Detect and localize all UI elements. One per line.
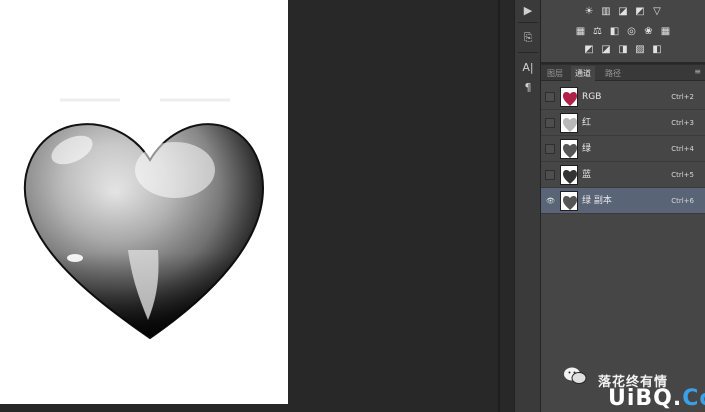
dock-divider [498,0,500,412]
document-canvas[interactable] [0,0,288,404]
character-icon[interactable]: A| [519,60,537,76]
selective-color-icon[interactable]: ◧ [651,44,664,56]
channel-shortcut: Ctrl+2 [671,93,694,101]
channel-name: 蓝 [582,170,592,180]
adjustments-row-2: ▦ ⚖ ◧ ◎ ❀ ▦ [541,26,705,38]
panel-menu-icon[interactable]: ≡ [694,67,701,76]
panel-tool-strip: ▶ ⎘ A| ¶ [514,0,541,412]
channel-name: 绿 副本 [582,196,612,206]
photo-filter-icon[interactable]: ◎ [625,26,638,38]
channel-shortcut: Ctrl+5 [671,171,694,179]
channel-shortcut: Ctrl+4 [671,145,694,153]
channel-thumbnail [560,139,578,159]
channels-panel: 图层 通道 路径 ≡ RGB Ctrl+2 红 Ctrl+3 绿 Ctrl+4 蓝 Ctrl+… [541,64,705,412]
heart-image [23,98,264,340]
channel-thumbnail [560,165,578,185]
panel-tabs: 图层 通道 路径 ≡ [541,65,705,81]
visibility-eye-icon[interactable] [545,92,555,102]
channel-name: 红 [582,118,592,128]
clone-source-icon[interactable]: ⎘ [519,30,537,46]
channel-row[interactable]: 蓝 Ctrl+5 [541,162,705,188]
adjustments-row-3: ◩ ◪ ◨ ▨ ◧ [541,44,705,56]
strip-separator [518,52,538,53]
channel-name: 绿 [582,144,592,154]
tab-channels[interactable]: 通道 [571,66,595,81]
invert-icon[interactable]: ◩ [583,44,596,56]
color-balance-icon[interactable]: ⚖ [591,26,604,38]
site-logo-part2: CoM [682,386,705,411]
adjustments-row-1: ☀ ▥ ◪ ◩ ▽ [541,6,705,18]
color-lookup-icon[interactable]: ▦ [659,26,672,38]
channel-thumbnail [560,87,578,107]
channel-row[interactable]: 绿 Ctrl+4 [541,136,705,162]
channel-row[interactable]: RGB Ctrl+2 [541,84,705,110]
channel-thumbnail [560,191,578,211]
black-white-icon[interactable]: ◧ [608,26,621,38]
channel-mixer-icon[interactable]: ❀ [642,26,655,38]
strip-separator [518,22,538,23]
gradient-map-icon[interactable]: ▨ [634,44,647,56]
curves-icon[interactable]: ◪ [617,6,630,18]
channel-row[interactable]: 红 Ctrl+3 [541,110,705,136]
levels-icon[interactable]: ▥ [600,6,613,18]
vibrance-icon[interactable]: ▽ [651,6,664,18]
exposure-icon[interactable]: ◩ [634,6,647,18]
adjustments-panel: ☀ ▥ ◪ ◩ ▽ ▦ ⚖ ◧ ◎ ❀ ▦ ◩ ◪ ◨ ▨ ◧ [541,0,705,62]
hue-saturation-icon[interactable]: ▦ [574,26,587,38]
paragraph-icon[interactable]: ¶ [519,80,537,96]
visibility-eye-icon[interactable]: 👁 [545,196,555,206]
visibility-eye-icon[interactable] [545,118,555,128]
channel-thumbnail [560,113,578,133]
play-icon[interactable]: ▶ [519,3,537,19]
visibility-eye-icon[interactable] [545,170,555,180]
posterize-icon[interactable]: ◪ [600,44,613,56]
tab-layers[interactable]: 图层 [543,66,567,81]
channel-shortcut: Ctrl+6 [671,197,694,205]
wechat-icon [564,367,587,384]
threshold-icon[interactable]: ◨ [617,44,630,56]
site-logo: UiBQ.CoM [608,386,705,411]
site-logo-part1: UiBQ. [608,386,683,411]
visibility-eye-icon[interactable] [545,144,555,154]
channel-row[interactable]: 👁 绿 副本 Ctrl+6 [541,188,705,214]
channel-name: RGB [582,92,602,102]
tab-paths[interactable]: 路径 [601,66,625,81]
photoshop-window: ▶ ⎘ A| ¶ ☀ ▥ ◪ ◩ ▽ ▦ ⚖ ◧ ◎ ❀ ▦ ◩ ◪ ◨ ▨ ◧ [0,0,705,412]
brightness-icon[interactable]: ☀ [583,6,596,18]
channel-shortcut: Ctrl+3 [671,119,694,127]
